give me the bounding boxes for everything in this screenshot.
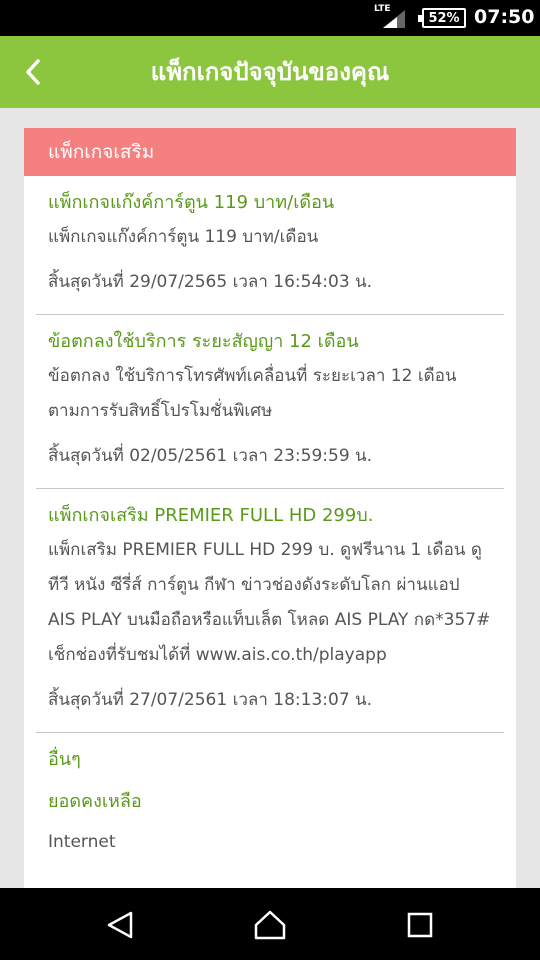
home-icon[interactable] (253, 908, 287, 942)
package-expiry: สิ้นสุดวันที่ 29/07/2565 เวลา 16:54:03 น… (48, 272, 373, 292)
triangle-back-icon[interactable] (103, 908, 137, 942)
package-description: ข้อตกลง ใช้บริการโทรศัพท์เคลื่อนที่ ระยะ… (48, 366, 457, 421)
internet-label: Internet (48, 832, 116, 852)
package-expiry: สิ้นสุดวันที่ 27/07/2561 เวลา 18:13:07 น… (48, 690, 373, 710)
page-title: แพ็กเกจปัจจุบันของคุณ (150, 58, 390, 86)
clock: 07:50 (474, 6, 535, 28)
package-item[interactable]: แพ็กเกจแก๊งค์การ์ตูน 119 บาท/เดือน แพ็กเ… (36, 176, 504, 315)
others-section: อื่นๆ ยอดคงเหลือ Internet (36, 733, 504, 865)
others-heading: อื่นๆ (48, 749, 81, 770)
card-header: แพ็กเกจเสริม (24, 128, 516, 176)
package-description: แพ็กเสริม PREMIER FULL HD 299 บ. ดูฟรีนา… (48, 540, 491, 665)
package-item[interactable]: ข้อตกลงใช้บริการ ระยะสัญญา 12 เดือน ข้อต… (36, 315, 504, 489)
package-item[interactable]: แพ็กเกจเสริม PREMIER FULL HD 299บ. แพ็กเ… (36, 489, 504, 733)
navigation-bar (0, 888, 540, 960)
package-description: แพ็กเกจแก๊งค์การ์ตูน 119 บาท/เดือน (48, 227, 319, 247)
status-bar: LTE 52% 07:50 (0, 0, 540, 36)
balance-heading: ยอดคงเหลือ (48, 791, 142, 812)
package-expiry: สิ้นสุดวันที่ 02/05/2561 เวลา 23:59:59 น… (48, 446, 373, 466)
package-card: แพ็กเกจเสริม แพ็กเกจแก๊งค์การ์ตูน 119 บา… (24, 128, 516, 888)
package-name: ข้อตกลงใช้บริการ ระยะสัญญา 12 เดือน (48, 331, 359, 352)
signal-icon (383, 10, 405, 28)
square-recents-icon[interactable] (403, 908, 437, 942)
package-name: แพ็กเกจเสริม PREMIER FULL HD 299บ. (48, 505, 374, 526)
package-name: แพ็กเกจแก๊งค์การ์ตูน 119 บาท/เดือน (48, 192, 335, 213)
app-bar: แพ็กเกจปัจจุบันของคุณ (0, 36, 540, 108)
battery-level: 52% (428, 10, 460, 26)
battery-indicator: 52% (418, 8, 466, 28)
